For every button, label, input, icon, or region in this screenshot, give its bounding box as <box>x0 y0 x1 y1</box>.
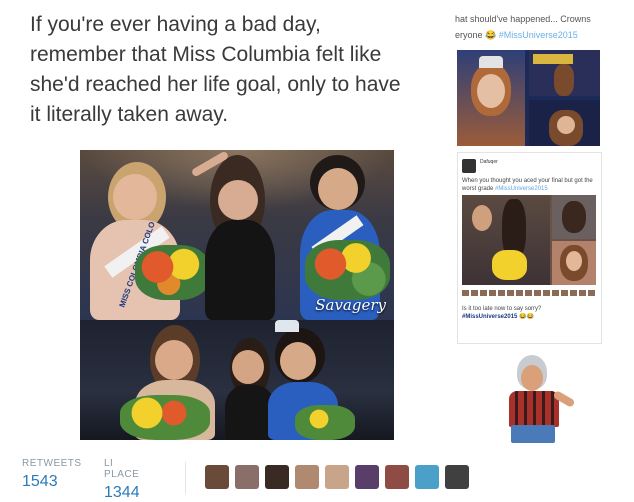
bouquet <box>305 240 390 300</box>
image-bottom-right <box>552 241 596 285</box>
face-shape <box>477 74 505 108</box>
avatar[interactable] <box>295 465 319 489</box>
crown <box>275 320 299 332</box>
avatar[interactable] <box>235 465 259 489</box>
hair-shape <box>562 201 586 233</box>
collage-tile <box>457 50 525 146</box>
hashtag-link[interactable]: #MissUniverse2015 <box>495 186 548 192</box>
bouquet <box>135 245 210 300</box>
presenter-face <box>232 350 264 384</box>
tweet-line: If you're ever having a bad day, <box>30 13 321 36</box>
avatar[interactable] <box>265 465 289 489</box>
embedded-reply: Is it too late now to say sorry? #MissUn… <box>462 305 596 321</box>
embedded-image <box>462 195 596 285</box>
hashtag-link[interactable]: #MissUniverse2015 😂😂 <box>462 313 596 321</box>
contestant-face <box>280 342 316 380</box>
avatar[interactable] <box>325 465 349 489</box>
avatar[interactable] <box>355 465 379 489</box>
collage-tile <box>529 100 600 146</box>
retweets-count: 1543 <box>22 473 58 490</box>
quoted-text: eryone <box>455 30 486 40</box>
shirt-shape <box>509 391 559 427</box>
contestant-face <box>155 340 193 380</box>
tweet-line: she'd reached her life goal, only to hav… <box>30 73 401 96</box>
likes-label: LI PLACE <box>104 458 140 480</box>
face-shape <box>566 251 582 271</box>
tweet-line: remember that Miss Columbia felt like <box>30 43 382 66</box>
presenter-face <box>218 180 258 220</box>
embedded-message: When you thought you aced your final but… <box>462 177 596 193</box>
reply-text: Is it too late now to say sorry? <box>462 306 542 312</box>
avatar[interactable] <box>415 465 439 489</box>
image-left <box>462 195 550 285</box>
contestant-face <box>318 168 358 210</box>
tweet-line: it literally taken away. <box>30 103 229 126</box>
likes-stat[interactable]: LI PLACE 1344 <box>104 458 140 502</box>
collage-image[interactable] <box>457 50 600 146</box>
bouquet <box>295 405 355 440</box>
person-shape <box>554 64 574 96</box>
embedded-username: Dafuqer <box>480 159 498 165</box>
jeans-shape <box>511 425 555 443</box>
face-shape <box>472 205 492 231</box>
avatar <box>462 159 476 173</box>
quoted-text-line: eryone 😂 #MissUniverse2015 <box>455 30 578 41</box>
collage-tile <box>529 50 600 96</box>
face-shape <box>557 116 575 134</box>
embedded-tweet[interactable]: Dafuqer When you thought you aced your f… <box>457 152 602 344</box>
contestant-face <box>113 174 157 220</box>
retweets-label: RETWEETS <box>22 458 82 469</box>
avatar[interactable] <box>205 465 229 489</box>
quoted-text-line: hat should've happened... Crowns <box>455 14 591 24</box>
quoted-tweet-column: hat should've happened... Crowns eryone … <box>455 0 634 500</box>
avatar[interactable] <box>385 465 409 489</box>
avatar[interactable] <box>445 465 469 489</box>
tweet-photo-bottom[interactable] <box>80 320 394 440</box>
flower-shape <box>492 250 527 280</box>
liker-avatars <box>462 290 596 296</box>
image-top-right <box>552 195 596 239</box>
tweet-text: If you're ever having a bad day, remembe… <box>30 10 450 130</box>
bouquet <box>120 395 210 440</box>
sign <box>533 54 573 64</box>
hashtag-link[interactable]: #MissUniverse2015 <box>499 30 578 40</box>
divider <box>185 462 186 494</box>
face-shape <box>521 365 543 391</box>
crown <box>479 56 503 68</box>
retweets-stat[interactable]: RETWEETS 1543 <box>22 458 82 491</box>
likes-count: 1344 <box>104 484 140 501</box>
watermark-text: Savagery <box>315 296 386 314</box>
tweet-photo-top[interactable]: MISS COLOMBIA COLO Savagery <box>80 150 394 320</box>
guy-image[interactable] <box>495 355 576 445</box>
emoji: 😂 <box>485 30 497 40</box>
presenter-dress <box>205 220 275 320</box>
